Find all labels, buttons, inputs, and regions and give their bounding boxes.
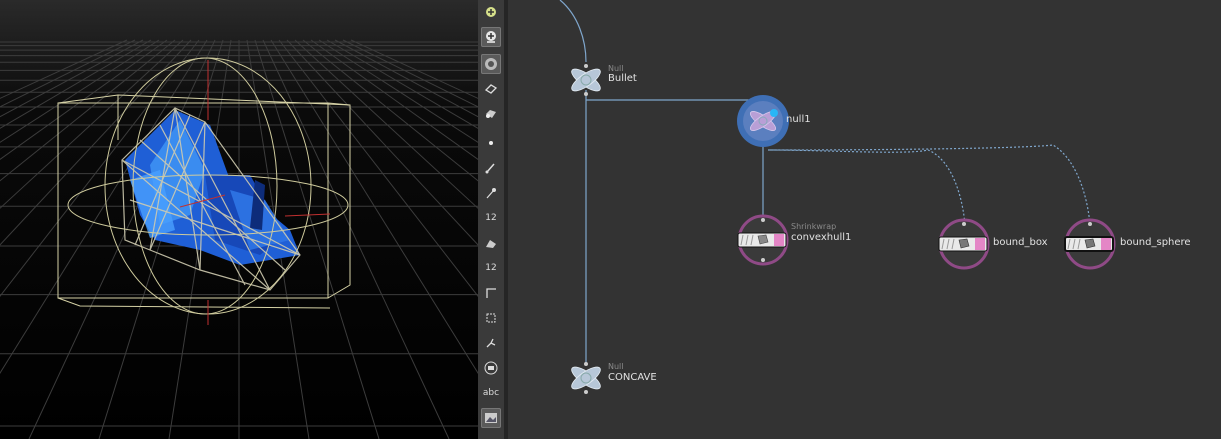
template-icon[interactable] [481,358,501,378]
node-name-label[interactable]: Bullet [608,73,637,84]
node-convexhull1[interactable] [736,214,790,266]
snap-icon[interactable] [481,2,501,22]
scene-viewport[interactable] [0,0,478,439]
text-icon-label: abc [482,388,500,398]
camera-icon[interactable] [481,78,501,98]
bounding-box-icon[interactable] [481,308,501,328]
node-bound-box[interactable] [937,218,991,270]
display-options-icon[interactable] [481,27,501,47]
shading-icon[interactable] [481,54,501,74]
edge-icon[interactable] [481,283,501,303]
primitive-numbers-icon[interactable]: 12 [481,258,501,278]
background-image-icon[interactable] [481,408,501,428]
null-node-selected-icon [737,95,789,147]
point-numbers-icon[interactable]: 12 [481,208,501,228]
node-null1[interactable] [736,94,790,148]
primitive-icon[interactable] [481,233,501,253]
bound-node-icon [938,218,990,270]
point-numbers-label: 12 [485,213,497,223]
node-concave[interactable] [566,362,606,394]
primitive-numbers-label: 12 [485,263,497,273]
bound-node-icon [1064,218,1116,270]
node-name-label[interactable]: bound_box [993,237,1048,248]
pen-icon[interactable] [481,183,501,203]
node-bound-sphere[interactable] [1063,218,1117,270]
node-name-label[interactable]: convexhull1 [791,232,851,243]
node-type-label: Shrinkwrap [791,222,837,231]
normals-icon[interactable] [481,333,501,353]
node-bullet[interactable] [566,64,606,96]
light-camera-icon[interactable] [481,103,501,123]
node-type-label: Null [608,362,624,371]
shrinkwrap-node-icon [737,214,789,266]
node-type-label: Null [608,64,624,73]
text-icon[interactable]: abc [481,383,501,403]
network-editor[interactable]: Null Bullet null1 Shrinkwrap convexhull1 [508,0,1221,439]
null-node-icon [571,362,601,394]
brush-icon[interactable] [481,158,501,178]
display-toolbar: 12 12 abc [478,0,505,439]
node-name-label[interactable]: bound_sphere [1120,237,1191,248]
node-name-label[interactable]: null1 [786,114,811,125]
viewport-canvas [0,0,478,439]
point-icon[interactable] [481,133,501,153]
node-name-label[interactable]: CONCAVE [608,372,657,383]
null-node-icon [571,64,601,96]
